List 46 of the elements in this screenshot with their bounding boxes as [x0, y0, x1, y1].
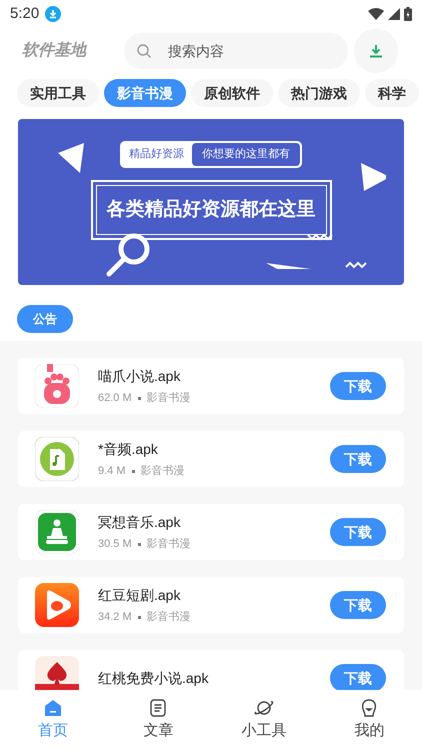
app-card[interactable]: 红豆短剧.apk 34.2 M 影音书漫 下载: [18, 577, 404, 633]
app-size: 62.0 M: [98, 390, 132, 406]
battery-icon: [404, 7, 412, 21]
banner-tagline: 你想要的这里都有: [192, 143, 300, 166]
meditation-app-icon: [35, 510, 79, 554]
banner-tag: 精品好资源: [129, 146, 184, 162]
app-category: 影音书漫: [146, 536, 191, 552]
app-card[interactable]: 红桃免费小说.apk 下载: [18, 650, 404, 690]
search-field[interactable]: 搜索内容: [124, 33, 348, 69]
app-title: 软件基地: [22, 40, 88, 61]
category-tab[interactable]: 原创软件: [191, 79, 273, 107]
app-category: 影音书漫: [146, 610, 191, 625]
app-name: 喵爪小说.apk: [98, 366, 182, 386]
spade-app-icon: [35, 656, 79, 690]
bean-app-icon: [35, 583, 79, 627]
search-icon: [136, 43, 152, 59]
category-tab[interactable]: 科学: [365, 79, 419, 107]
app-category: 影音书漫: [146, 390, 191, 406]
app-card[interactable]: 喵爪小说.apk 62.0 M 影音书漫 下载: [18, 358, 404, 414]
app-card[interactable]: 冥想音乐.apk 30.5 M 影音书漫 下载: [18, 504, 404, 560]
app-size: 9.4 M: [98, 464, 126, 479]
music-file-app-icon: [35, 437, 79, 481]
paw-app-icon: [35, 364, 79, 408]
download-icon: [368, 43, 384, 59]
banner-headline: 各类精品好资源都在这里: [106, 198, 316, 220]
category-tab[interactable]: 热门游戏: [278, 79, 360, 107]
app-name: 红桃免费小说.apk: [98, 668, 210, 688]
wifi-icon: [368, 8, 384, 20]
home-icon: [42, 698, 63, 718]
document-icon: [148, 698, 168, 718]
signal-icon: [388, 8, 400, 20]
app-size: 34.2 M: [98, 610, 132, 625]
nav-tab[interactable]: 小工具: [211, 690, 316, 750]
app-size: 30.5 M: [98, 536, 132, 552]
category-tab[interactable]: 实用工具: [17, 79, 99, 107]
nav-tab[interactable]: 文章: [106, 690, 211, 750]
status-time: 5:20: [10, 4, 40, 24]
app-name: *音频.apk: [98, 440, 159, 459]
app-name: 冥想音乐.apk: [98, 512, 182, 532]
app-name: 红豆短剧.apk: [98, 586, 182, 605]
download-notification-icon: [45, 6, 62, 22]
nav-tab[interactable]: 我的: [316, 690, 422, 750]
downloads-button[interactable]: [354, 29, 398, 73]
promo-banner[interactable]: 精品好资源 你想要的这里都有 各类精品好资源都在这里: [18, 119, 404, 285]
app-category: 影音书漫: [140, 464, 185, 479]
app-card[interactable]: *音频.apk 9.4 M 影音书漫 下载: [18, 431, 404, 487]
